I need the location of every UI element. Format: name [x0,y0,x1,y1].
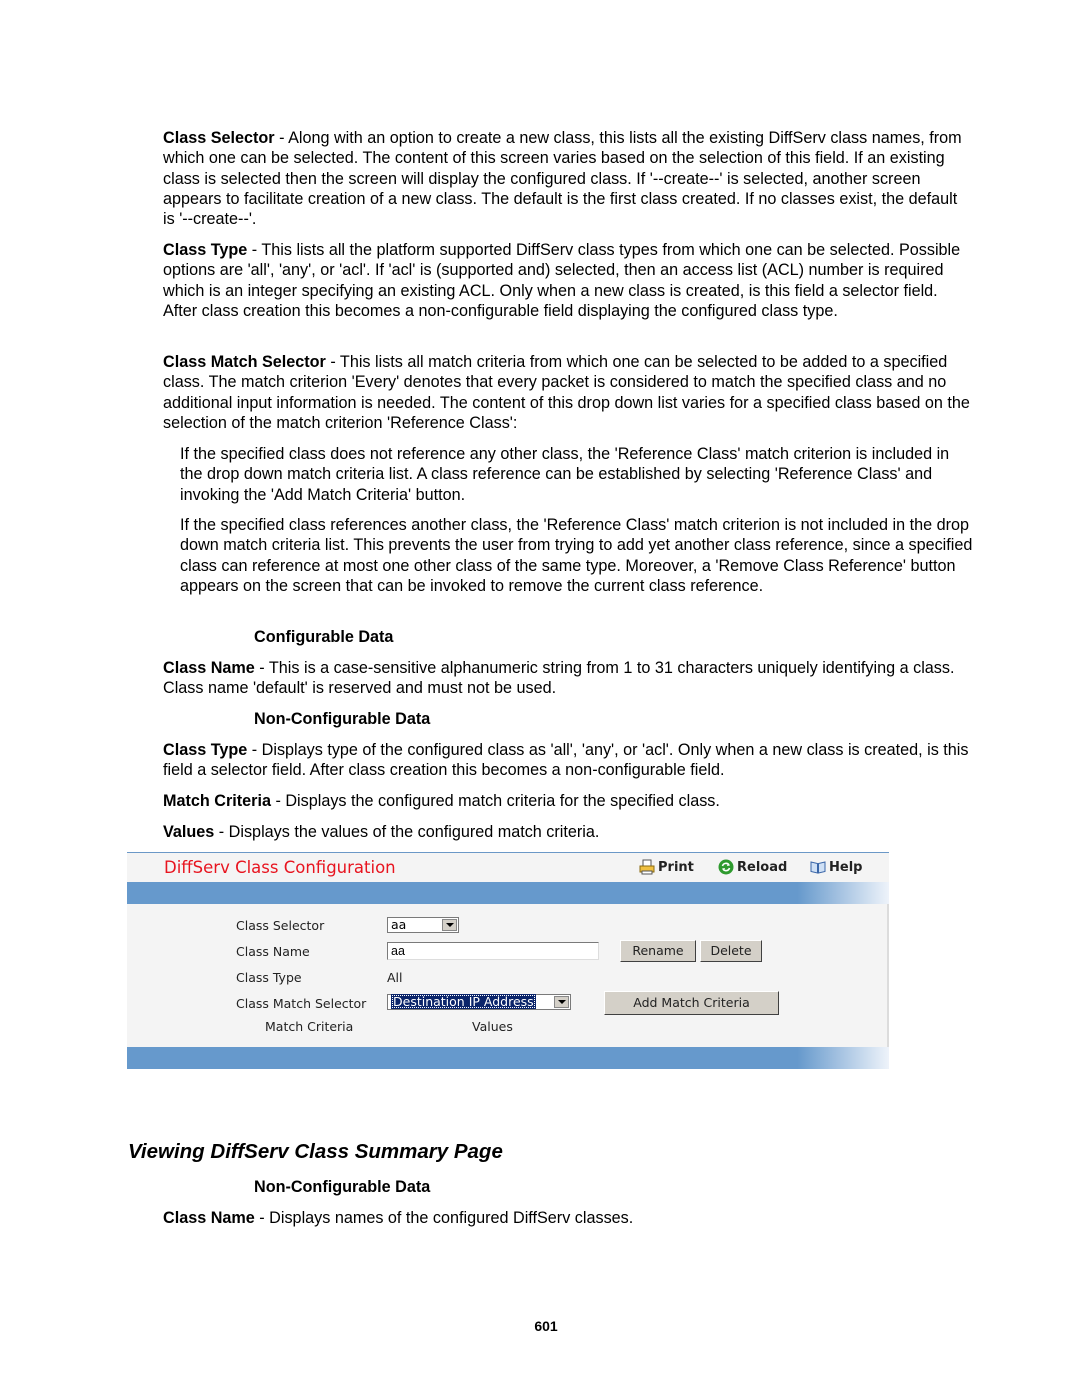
class-match-selector-description: Class Match Selector - This lists all ma… [163,352,973,433]
panel-title: DiffServ Class Configuration [164,858,396,877]
class-selector-dropdown[interactable]: aa [387,917,459,933]
term: Values [163,823,215,841]
match-criteria-column-header: Match Criteria [265,1019,354,1034]
panel-header: DiffServ Class Configuration Print Reloa… [127,853,889,882]
reload-label: Reload [737,859,788,875]
delete-button[interactable]: Delete [700,940,762,962]
rename-button[interactable]: Rename [620,940,696,962]
class-type-label: Class Type [236,970,302,985]
print-button[interactable]: Print [639,859,694,875]
section-title: Viewing DiffServ Class Summary Page [128,1140,503,1163]
description-text: - This is a case-sensitive alphanumeric … [163,659,955,698]
description-text: - Displays names of the configured DiffS… [254,1209,634,1227]
add-match-criteria-button[interactable]: Add Match Criteria [604,991,779,1015]
help-button[interactable]: Help [810,859,862,875]
term: Class Name [163,1209,255,1227]
non-configurable-data-heading-2: Non-Configurable Data [254,1178,431,1196]
class-selector-value: aa [391,917,407,932]
term: Class Name [163,659,255,677]
class-match-selector-dropdown[interactable]: Destination IP Address [387,994,571,1010]
summary-class-name-description: Class Name - Displays names of the confi… [163,1208,973,1228]
print-label: Print [658,859,694,875]
description-text: - Displays the values of the configured … [214,823,600,841]
reload-icon [718,859,734,875]
term: Match Criteria [163,792,271,810]
configurable-data-heading: Configurable Data [254,628,394,646]
description-text: - Along with an option to create a new c… [163,129,962,229]
term: Class Selector [163,129,275,147]
reload-button[interactable]: Reload [718,859,787,875]
term: Class Match Selector [163,353,326,371]
values-column-header: Values [472,1019,513,1034]
description-text: - Displays the configured match criteria… [270,792,720,810]
chevron-down-icon[interactable] [442,919,457,931]
class-name-input[interactable] [387,942,599,960]
class-selector-label: Class Selector [236,918,325,933]
match-criteria-description: Match Criteria - Displays the configured… [163,791,973,811]
header-band [127,882,889,904]
class-match-selector-label: Class Match Selector [236,996,367,1011]
form-area: Class Selector aa Class Name Rename Dele… [127,904,889,1047]
help-label: Help [829,859,863,875]
class-name-label: Class Name [236,944,310,959]
help-book-icon [810,859,826,875]
class-type-description: Class Type - This lists all the platform… [163,240,973,321]
description-text: - Displays type of the configured class … [163,741,969,780]
class-match-selector-value: Destination IP Address [391,994,536,1009]
reference-class-note-2: If the specified class references anothe… [180,516,973,595]
class-type-nc-description: Class Type - Displays type of the config… [163,740,973,781]
term: Class Type [163,741,248,759]
description-text: - This lists all the platform supported … [163,241,961,320]
class-selector-description: Class Selector - Along with an option to… [163,128,973,229]
page-number: 601 [534,1318,558,1334]
class-name-description: Class Name - This is a case-sensitive al… [163,658,973,699]
term: Class Type [163,241,248,259]
values-description: Values - Displays the values of the conf… [163,822,973,842]
non-configurable-data-heading: Non-Configurable Data [254,710,431,728]
diffserv-class-configuration-panel: DiffServ Class Configuration Print Reloa… [127,852,889,1069]
chevron-down-icon[interactable] [554,996,569,1008]
footer-band [127,1047,889,1069]
printer-icon [639,859,655,875]
class-type-value: All [387,970,403,985]
reference-class-note-1: If the specified class does not referenc… [180,445,950,504]
